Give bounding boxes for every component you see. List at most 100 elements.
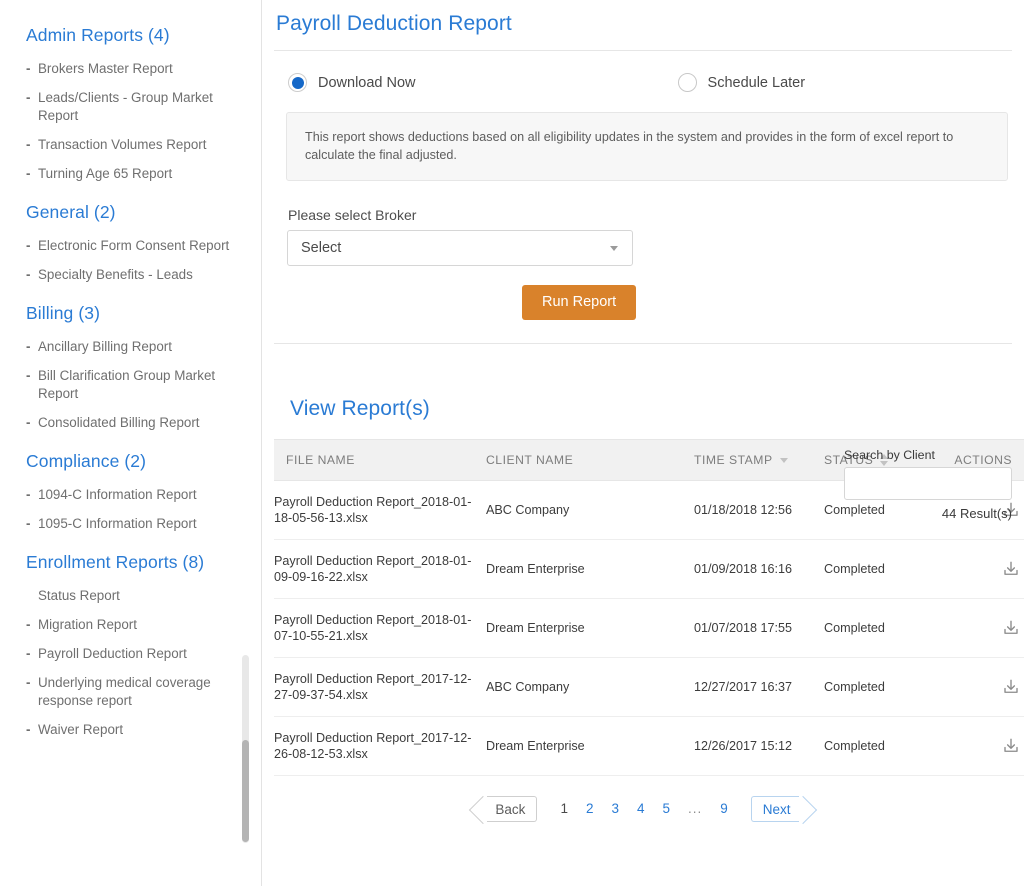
sidebar-item-label: Status Report <box>38 588 120 603</box>
cell-client-name: Dream Enterprise <box>486 539 694 599</box>
sidebar-group: Admin Reports (4) - Brokers Master Report -… <box>26 24 243 187</box>
download-icon[interactable] <box>1002 561 1020 575</box>
search-by-client-area: Search by Client 44 Result(s) <box>844 448 1012 521</box>
sidebar-item[interactable]: - Specialty Benefits - Leads <box>26 262 243 288</box>
radio-option-download-now[interactable]: Download Now <box>288 73 416 92</box>
column-label: FILE NAME <box>286 453 355 467</box>
sidebar-group-title: Compliance (2) <box>26 451 147 471</box>
sidebar-item[interactable]: - Ancillary Billing Report <box>26 334 243 360</box>
cell-client-name: Dream Enterprise <box>486 716 694 776</box>
radio-option-schedule-later[interactable]: Schedule Later <box>677 73 806 92</box>
result-count: 44 Result(s) <box>941 506 1012 521</box>
pagination-page-9[interactable]: 9 <box>711 796 737 822</box>
download-icon[interactable] <box>1002 679 1020 693</box>
pagination-page-3[interactable]: 3 <box>602 796 628 822</box>
page-title: Payroll Deduction Report <box>276 12 512 35</box>
column-label: TIME STAMP <box>694 453 773 467</box>
cell-client-name: ABC Company <box>486 657 694 717</box>
radio-label-download-now: Download Now <box>318 74 416 91</box>
sidebar-item[interactable]: - Waiver Report <box>26 717 243 743</box>
cell-file-name: Payroll Deduction Report_2018-01-07-10-5… <box>274 598 486 658</box>
sidebar-item[interactable]: - Payroll Deduction Report <box>26 641 243 667</box>
sidebar-item-dash-icon: - <box>26 722 31 737</box>
sidebar-group-title: Billing (3) <box>26 303 101 323</box>
sidebar-item[interactable]: - Underlying medical coverage response re… <box>26 670 243 714</box>
cell-file-name: Payroll Deduction Report_2018-01-09-09-1… <box>274 539 486 599</box>
column-header-file-name[interactable]: FILE NAME <box>274 439 486 481</box>
column-header-client-name[interactable]: CLIENT NAME <box>486 439 694 481</box>
sidebar-item-dash-icon: - <box>26 368 31 383</box>
sidebar-item-dash-icon: - <box>26 166 31 181</box>
sidebar-item-dash-icon: - <box>26 646 31 661</box>
radio-dot-icon[interactable] <box>677 73 697 92</box>
download-icon[interactable] <box>1002 620 1020 634</box>
sidebar-item[interactable]: - Consolidated Billing Report <box>26 410 243 436</box>
delivery-mode-radio-group: Download Now Schedule Later <box>274 51 1012 112</box>
cell-time-stamp: 01/07/2018 17:55 <box>694 598 824 658</box>
sort-descending-icon[interactable] <box>779 457 788 463</box>
radio-label-schedule-later: Schedule Later <box>707 74 806 91</box>
sidebar-group-title: Enrollment Reports (8) <box>26 552 205 572</box>
search-label: Search by Client <box>844 448 935 462</box>
pagination-back-button[interactable]: Back <box>487 796 538 822</box>
cell-time-stamp: 12/27/2017 16:37 <box>694 657 824 717</box>
pagination: Back 1 2 3 4 5... 9 Next <box>274 796 1012 830</box>
sidebar-item-dash-icon: - <box>26 90 31 105</box>
cell-file-name: Payroll Deduction Report_2018-01-18-05-5… <box>274 480 486 540</box>
app-page: Admin Reports (4) - Brokers Master Report -… <box>0 0 1024 886</box>
sidebar-item[interactable]: -1094-C Information Report <box>26 482 243 508</box>
radio-dot-icon[interactable] <box>288 73 307 92</box>
cell-actions <box>946 716 1024 776</box>
sidebar-item-label: Ancillary Billing Report <box>38 339 172 354</box>
cell-file-name: Payroll Deduction Report_2017-12-26-08-1… <box>274 716 486 776</box>
sidebar-item-dash-icon: - <box>26 415 31 430</box>
table-row: Payroll Deduction Report_2018-01-07-10-5… <box>274 598 1024 658</box>
cell-time-stamp: 01/18/2018 12:56 <box>694 480 824 540</box>
sidebar-scrollbar-thumb[interactable] <box>242 740 249 842</box>
sidebar-item-dash-icon: - <box>26 238 31 253</box>
cell-status: Completed <box>824 657 946 717</box>
pagination-page-1: 1 <box>560 801 568 816</box>
column-header-time-stamp[interactable]: TIME STAMP <box>694 439 824 481</box>
sidebar-item[interactable]: - Brokers Master Report <box>26 56 243 82</box>
sidebar-item[interactable]: - Leads/Clients - Group Market Report <box>26 85 243 129</box>
run-report-row: Run Report <box>274 285 1012 320</box>
sidebar-item[interactable]: - Bill Clarification Group Market Report <box>26 363 243 407</box>
pagination-next-button[interactable]: Next <box>750 796 799 822</box>
sidebar-item-dash-icon: - <box>26 617 31 632</box>
broker-field-label: Please select Broker <box>288 207 417 223</box>
chevron-down-icon <box>610 245 618 251</box>
sidebar-item[interactable]: - Migration Report <box>26 612 243 638</box>
reports-table-body: Payroll Deduction Report_2018-01-18-05-5… <box>274 480 1024 776</box>
sidebar-group: Compliance (2) -1094-C Information Report… <box>26 450 243 537</box>
search-client-input[interactable] <box>844 467 1012 500</box>
sidebar-item[interactable]: - Transaction Volumes Report <box>26 132 243 158</box>
sidebar-group-title: Admin Reports (4) <box>26 25 170 45</box>
sidebar-item-label: Brokers Master Report <box>38 61 173 76</box>
broker-select-value: Select <box>301 240 342 256</box>
cell-actions <box>946 539 1024 599</box>
sidebar-item-label: Electronic Form Consent Report <box>38 238 230 253</box>
cell-file-name: Payroll Deduction Report_2017-12-27-09-3… <box>274 657 486 717</box>
cell-time-stamp: 12/26/2017 15:12 <box>694 716 824 776</box>
sidebar-item-label: 1095-C Information Report <box>38 516 197 531</box>
broker-select[interactable]: Select <box>287 230 633 266</box>
sidebar-item[interactable]: -Status Report <box>26 583 243 609</box>
pagination-page-5[interactable]: 5 <box>654 796 680 822</box>
sidebar-item[interactable]: -1095-C Information Report <box>26 511 243 537</box>
view-reports-title: View Report(s) <box>290 397 430 420</box>
sidebar-group: Enrollment Reports (8)-Status Report-Mig… <box>26 551 243 743</box>
download-icon[interactable] <box>1002 738 1020 752</box>
sidebar-item-label: Consolidated Billing Report <box>38 415 200 430</box>
sidebar-item-dash-icon: - <box>26 61 31 76</box>
pagination-page-4[interactable]: 4 <box>628 796 654 822</box>
sidebar-group: General (2) - Electronic Form Consent Repo… <box>26 201 243 288</box>
run-report-button[interactable]: Run Report <box>522 285 637 320</box>
sidebar-item[interactable]: - Electronic Form Consent Report <box>26 233 243 259</box>
sidebar-item-dash-icon: - <box>26 487 31 502</box>
sidebar-item-label: Underlying medical coverage response rep… <box>38 675 211 708</box>
sidebar-item-label: Specialty Benefits - Leads <box>38 267 193 282</box>
pagination-page-2[interactable]: 2 <box>577 796 603 822</box>
sidebar-item[interactable]: - Turning Age 65 Report <box>26 161 243 187</box>
sidebar-item-label: Payroll Deduction Report <box>38 646 187 661</box>
